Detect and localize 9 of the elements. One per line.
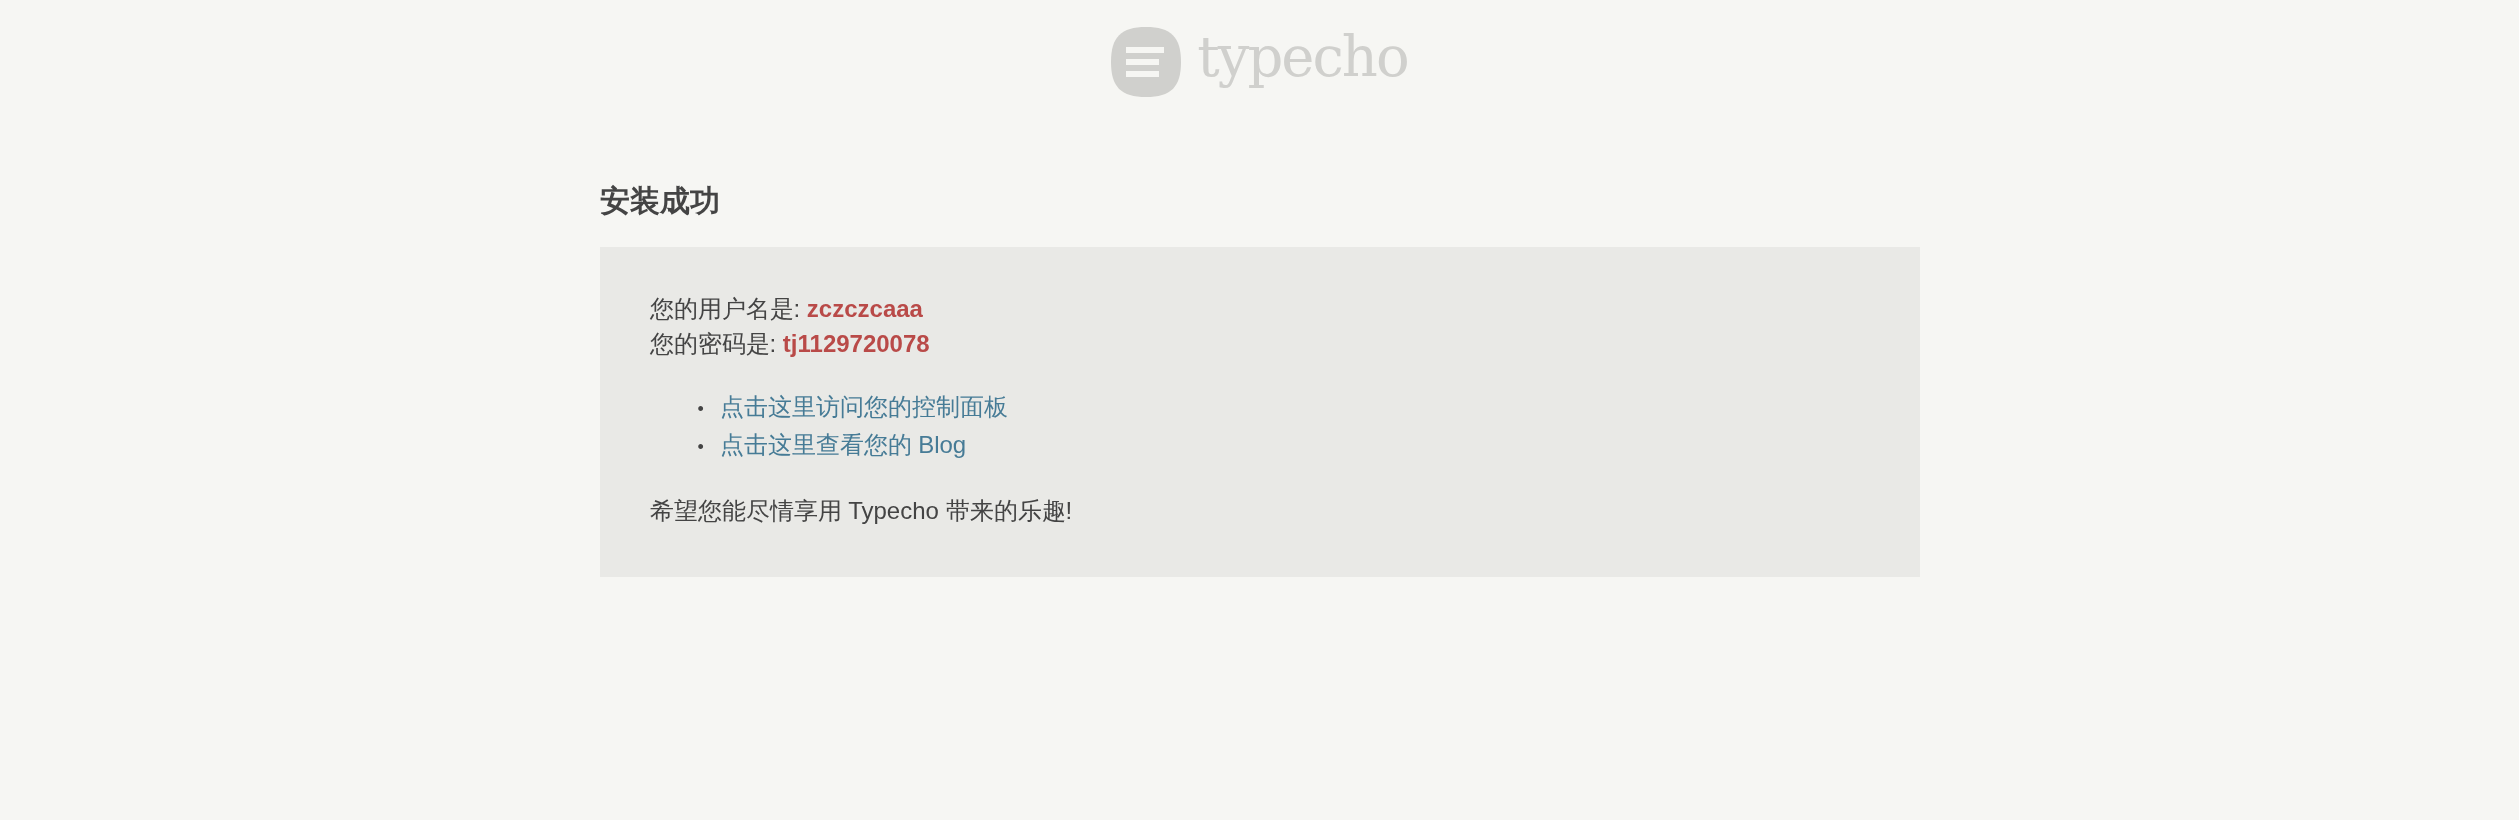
link[interactable]: 点击这里查看您的 Blog — [719, 431, 967, 458]
page-title: 安装成功 — [599, 183, 721, 219]
link[interactable]: 点击这里访问您的控制面板 — [719, 393, 1008, 420]
logo-icon — [1111, 27, 1182, 97]
message-text: 希望您能尽情享用 Typecho 带来的乐趣! — [649, 496, 1074, 526]
bullet-text: • — [697, 436, 705, 459]
bullet-text: • — [697, 398, 705, 421]
credential-text: 您的用户名是: zczczcaaa — [649, 294, 924, 324]
credential-text: 您的密码是: tj1129720078 — [649, 329, 931, 359]
